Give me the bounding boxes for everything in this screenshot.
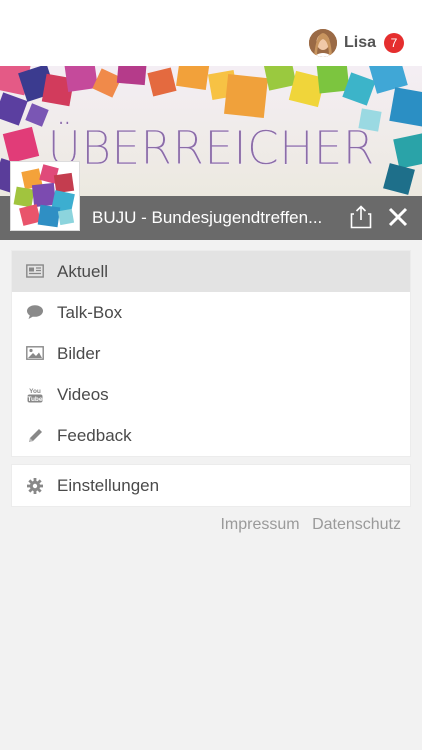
menu-item-aktuell[interactable]: Aktuell bbox=[12, 251, 410, 292]
menu-item-label: Feedback bbox=[57, 426, 132, 445]
image-icon bbox=[26, 345, 44, 361]
impressum-link[interactable]: Impressum bbox=[220, 516, 299, 533]
svg-text:You: You bbox=[29, 388, 41, 395]
main-menu: Aktuell Talk-Box Bilder You Tube Videos … bbox=[11, 250, 411, 457]
youtube-icon: You Tube bbox=[26, 386, 44, 403]
notification-badge[interactable]: 7 bbox=[384, 33, 404, 53]
footer-links: Impressum Datenschutz bbox=[212, 516, 401, 534]
group-logo bbox=[10, 161, 80, 231]
newspaper-icon bbox=[26, 263, 44, 279]
menu-item-label: Bilder bbox=[57, 344, 101, 363]
menu-item-videos[interactable]: You Tube Videos bbox=[12, 374, 410, 415]
settings-menu: Einstellungen bbox=[11, 464, 411, 507]
group-title[interactable]: BUJU - Bundesjugendtreffen... bbox=[92, 208, 322, 228]
speech-bubble-icon bbox=[26, 304, 44, 320]
gear-icon bbox=[26, 477, 44, 494]
share-icon[interactable] bbox=[350, 205, 372, 229]
user-profile[interactable]: Lisa 7 bbox=[308, 29, 404, 57]
menu-item-talk-box[interactable]: Talk-Box bbox=[12, 292, 410, 333]
menu-item-label: Talk-Box bbox=[57, 303, 123, 322]
username[interactable]: Lisa bbox=[344, 34, 376, 52]
menu-item-bilder[interactable]: Bilder bbox=[12, 333, 410, 374]
menu-item-label: Videos bbox=[57, 385, 109, 404]
close-icon[interactable] bbox=[388, 207, 408, 227]
pencil-icon bbox=[26, 427, 44, 443]
menu-item-einstellungen[interactable]: Einstellungen bbox=[12, 465, 410, 506]
menu-item-label: Einstellungen bbox=[57, 476, 160, 495]
svg-text:Tube: Tube bbox=[27, 396, 42, 403]
menu-item-label: Aktuell bbox=[57, 262, 109, 281]
datenschutz-link[interactable]: Datenschutz bbox=[312, 516, 401, 533]
menu-item-feedback[interactable]: Feedback bbox=[12, 415, 410, 456]
avatar[interactable] bbox=[308, 29, 337, 57]
top-bar: Lisa 7 bbox=[0, 0, 422, 66]
